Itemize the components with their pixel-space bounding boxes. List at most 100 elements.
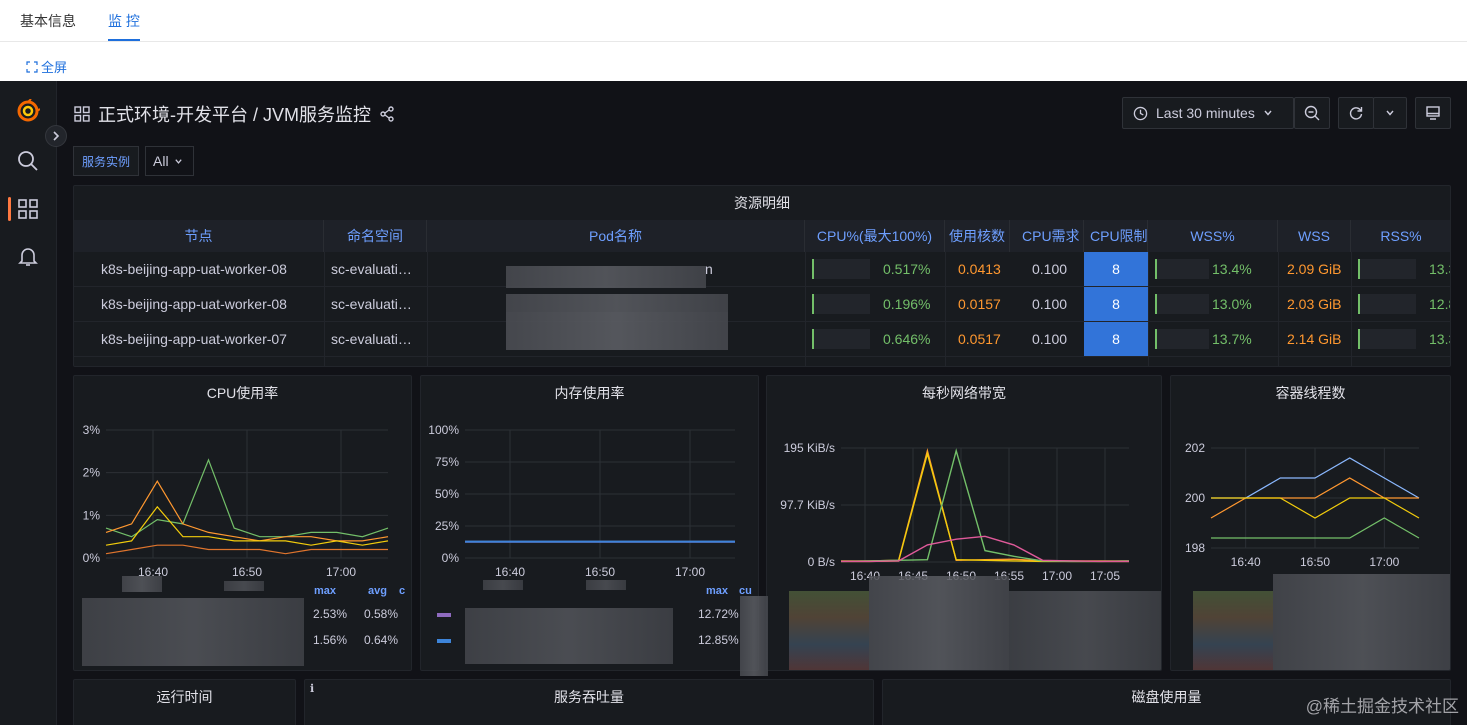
dashboards-icon[interactable] xyxy=(16,197,40,221)
col-header-cpu-req[interactable]: CPU需求 xyxy=(1010,220,1084,252)
y-tick-label: 198 xyxy=(1185,541,1205,555)
cpu-usage-panel: CPU使用率 3% 2% 1% 0% 16:40 16:50 17:00 max avg c… xyxy=(73,375,412,671)
chevron-down-icon xyxy=(174,158,182,164)
cell-node: k8s-beijing-app-uat-worker-08 xyxy=(101,296,287,312)
series-line[interactable] xyxy=(841,448,1129,562)
rss-gauge xyxy=(1358,329,1416,349)
cell-wss: 2.14 GiB xyxy=(1287,331,1342,347)
grafana-logo-icon[interactable] xyxy=(16,99,40,123)
top-tab-bar: 基本信息 监 控 xyxy=(0,0,1467,42)
cell-cpu-pct: 0.646% xyxy=(883,331,931,347)
refresh-button[interactable] xyxy=(1338,97,1374,129)
active-nav-indicator xyxy=(8,197,11,221)
time-range-label: Last 30 minutes xyxy=(1156,105,1255,121)
cell-cores: 0.0413 xyxy=(958,261,1001,277)
dashboard-breadcrumb[interactable]: 正式环境-开发平台 / JVM服务监控 xyxy=(98,101,371,127)
legend-header-max[interactable]: max xyxy=(706,585,728,597)
fullscreen-button[interactable]: 全屏 xyxy=(26,57,67,76)
col-header-wss[interactable]: WSS xyxy=(1278,220,1351,252)
rss-gauge xyxy=(1358,259,1416,279)
redacted-block xyxy=(506,266,706,288)
tab-monitor[interactable]: 监 控 xyxy=(108,11,140,31)
zoom-out-button[interactable] xyxy=(1294,97,1330,129)
dashboard-title: 正式环境-开发平台 / JVM服务监控 xyxy=(74,101,395,127)
x-tick-label: 17:00 xyxy=(1042,569,1072,583)
legend-color-swatch xyxy=(437,639,451,643)
x-tick-label: 17:00 xyxy=(675,565,705,579)
x-tick-label: 16:50 xyxy=(585,565,615,579)
tab-basic-info[interactable]: 基本信息 xyxy=(20,11,76,31)
panel-title: 每秒网络带宽 xyxy=(922,385,1006,401)
cell-cpu-req: 0.100 xyxy=(1032,296,1068,312)
cell-rss-pct: 12.8 xyxy=(1429,296,1450,312)
search-icon[interactable] xyxy=(16,149,40,173)
col-header-namespace[interactable]: 命名空间 xyxy=(324,220,427,252)
redacted-legend xyxy=(869,576,1009,670)
col-header-cpu-pct[interactable]: CPU%(最大100%) xyxy=(805,220,945,252)
monitor-icon xyxy=(1426,106,1440,120)
variable-select[interactable]: All xyxy=(145,146,194,176)
expand-menu-button[interactable] xyxy=(45,125,67,147)
cell-pod: n xyxy=(705,261,713,277)
legend-avg-2: 0.64% xyxy=(364,633,399,647)
col-header-wss-pct[interactable]: WSS% xyxy=(1148,220,1278,252)
redacted-block xyxy=(122,576,162,592)
tv-mode-button[interactable] xyxy=(1415,97,1451,129)
expand-icon xyxy=(26,60,38,73)
cell-node: k8s-beijing-app-uat-worker-07 xyxy=(101,331,287,347)
wss-gauge xyxy=(1155,294,1209,314)
legend-max-2: 12.85% xyxy=(698,633,739,647)
cell-wss-pct: 13.0% xyxy=(1212,296,1252,312)
refresh-icon xyxy=(1349,107,1363,120)
col-divider xyxy=(1351,252,1352,366)
x-tick-label: 17:05 xyxy=(1090,569,1120,583)
variable-label: 服务实例 xyxy=(73,146,140,176)
cell-rss-pct: 13.3 xyxy=(1429,261,1450,277)
col-header-pod[interactable]: Pod名称 xyxy=(427,220,805,252)
clock-icon xyxy=(1133,106,1148,120)
rss-gauge xyxy=(1358,294,1416,314)
y-tick-label: 200 xyxy=(1185,491,1205,505)
col-divider xyxy=(805,252,806,366)
cell-cpu-pct: 0.517% xyxy=(883,261,931,277)
redacted-block xyxy=(224,581,264,591)
cell-cores: 0.0517 xyxy=(958,331,1001,347)
y-tick-label: 0% xyxy=(83,551,101,565)
col-header-cores[interactable]: 使用核数 xyxy=(945,220,1010,252)
cell-cpu-lim: 8 xyxy=(1084,322,1148,356)
cell-rss-pct: 13.3 xyxy=(1429,331,1450,347)
col-header-node[interactable]: 节点 xyxy=(74,220,324,252)
time-range-picker[interactable]: Last 30 minutes xyxy=(1122,97,1294,129)
cell-wss-pct: 13.4% xyxy=(1212,261,1252,277)
legend-header-current[interactable]: c xyxy=(399,585,405,597)
panel-title: 内存使用率 xyxy=(554,385,625,401)
cell-namespace: sc-evaluati… xyxy=(331,296,412,312)
y-tick-label: 195 KiB/s xyxy=(784,441,835,455)
legend-header-avg[interactable]: avg xyxy=(368,585,387,597)
share-icon[interactable] xyxy=(379,106,395,122)
y-tick-label: 3% xyxy=(83,423,101,437)
cpu-gauge xyxy=(812,259,870,279)
uptime-panel: 运行时间 xyxy=(73,679,296,725)
legend-max-1: 2.53% xyxy=(313,607,348,621)
redacted-block xyxy=(586,580,626,590)
chevron-down-icon xyxy=(1386,110,1394,116)
container-threads-panel: 容器线程数 202 200 198 16:40 16:50 17:00 xyxy=(1170,375,1451,671)
legend-header-max[interactable]: max xyxy=(314,585,336,597)
series-line[interactable] xyxy=(841,451,1129,563)
y-tick-label: 50% xyxy=(435,487,459,501)
y-tick-label: 97.7 KiB/s xyxy=(780,498,835,512)
chevron-right-icon xyxy=(53,131,60,141)
wss-gauge xyxy=(1155,259,1209,279)
series-line[interactable] xyxy=(840,448,1130,563)
refresh-interval-dropdown[interactable] xyxy=(1373,97,1407,129)
col-header-cpu-lim[interactable]: CPU限制 xyxy=(1084,220,1148,252)
panel-title: 资源明细 xyxy=(734,195,790,211)
redacted-legend xyxy=(82,598,304,666)
redacted-legend xyxy=(789,591,869,670)
legend-avg-1: 0.58% xyxy=(364,607,399,621)
cell-wss: 2.03 GiB xyxy=(1287,296,1342,312)
col-header-rss-pct[interactable]: RSS% xyxy=(1351,220,1450,252)
cell-cpu-pct: 0.196% xyxy=(883,296,931,312)
alert-bell-icon[interactable] xyxy=(16,245,40,269)
